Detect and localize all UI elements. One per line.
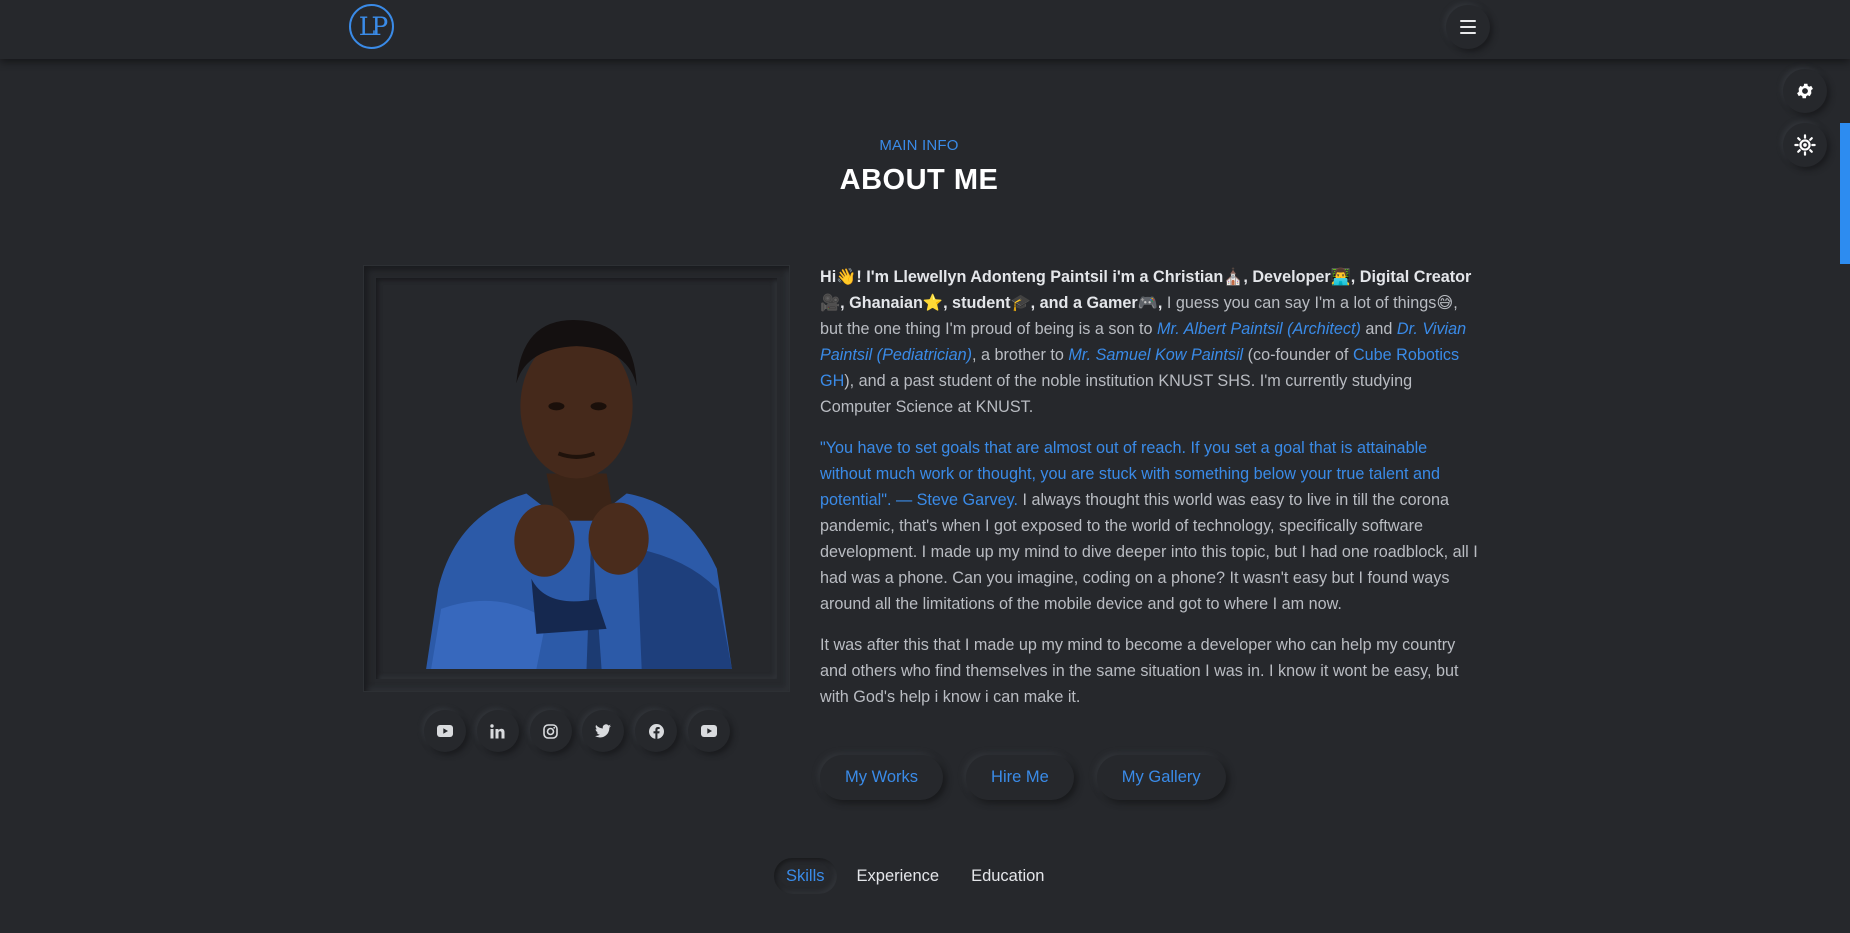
tab-skills[interactable]: Skills [774, 858, 837, 894]
bio-text: and [1360, 320, 1397, 338]
about-bio: Hi👋! I'm Llewellyn Adonteng Paintsil i'm… [820, 264, 1478, 725]
twitter-icon [595, 724, 612, 738]
youtube-icon [437, 725, 453, 737]
portrait-illustration [386, 288, 767, 669]
my-works-button[interactable]: My Works [820, 755, 944, 800]
bio-paragraph-3: It was after this that I made up my mind… [820, 636, 1459, 706]
profile-photo [376, 278, 777, 679]
hamburger-icon-line [1460, 32, 1476, 34]
bio-text: (co-founder of [1243, 346, 1353, 364]
tab-experience[interactable]: Experience [845, 858, 952, 894]
linkedin-link[interactable] [476, 710, 519, 752]
facebook-icon [648, 723, 664, 739]
bio-text: I always thought this world was easy to … [820, 491, 1478, 613]
hire-me-button[interactable]: Hire Me [966, 755, 1074, 800]
linkedin-icon [490, 723, 505, 738]
bio-paragraph-2: "You have to set goals that are almost o… [820, 435, 1478, 617]
bio-paragraph-1: Hi👋! I'm Llewellyn Adonteng Paintsil i'm… [820, 264, 1478, 420]
hamburger-icon [1460, 20, 1476, 22]
youtube-link[interactable] [424, 710, 466, 752]
social-links [424, 710, 730, 752]
section-eyebrow: MAIN INFO [879, 137, 959, 154]
twitter-link[interactable] [582, 710, 625, 752]
instagram-link[interactable] [529, 710, 572, 752]
my-gallery-button[interactable]: My Gallery [1096, 755, 1226, 800]
hamburger-icon-line [1460, 26, 1476, 28]
settings-button[interactable] [1783, 69, 1827, 113]
site-logo[interactable]: LP [349, 4, 394, 49]
resume-tabs: Skills Experience Education [774, 858, 1056, 894]
bio-text: ), and a past student of the noble insti… [820, 372, 1413, 416]
brother-link[interactable]: Mr. Samuel Kow Paintsil [1068, 346, 1243, 364]
page-scrollbar-thumb[interactable] [1840, 123, 1850, 264]
facebook-link[interactable] [635, 710, 678, 752]
top-navbar: LP [0, 0, 1850, 59]
tab-education[interactable]: Education [959, 858, 1056, 894]
action-buttons: My Works Hire Me My Gallery [820, 755, 1226, 800]
section-title: ABOUT ME [839, 164, 999, 196]
gear-icon [1797, 83, 1813, 99]
instagram-icon [543, 723, 558, 739]
father-link[interactable]: Mr. Albert Paintsil (Architect) [1157, 320, 1361, 338]
youtube-channel-link[interactable] [687, 710, 730, 752]
youtube-icon [700, 725, 717, 737]
hamburger-menu-button[interactable] [1446, 5, 1490, 49]
profile-photo-frame [364, 266, 789, 691]
bio-text: , a brother to [972, 346, 1069, 364]
